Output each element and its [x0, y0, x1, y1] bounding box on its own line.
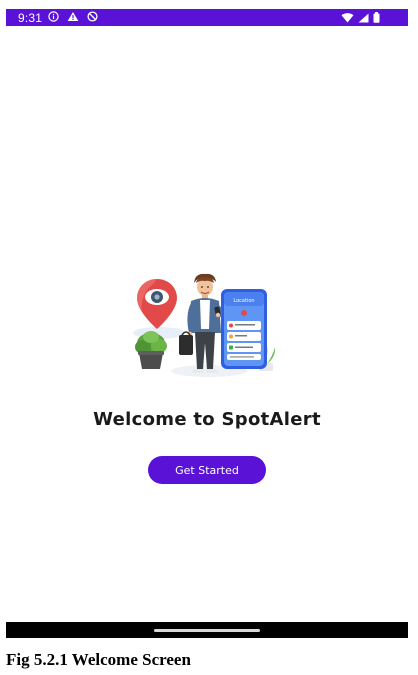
- phone-icon: Location: [221, 289, 267, 369]
- get-started-button[interactable]: Get Started: [148, 456, 266, 484]
- info-icon: [48, 10, 59, 25]
- home-gesture-handle[interactable]: [154, 629, 260, 632]
- battery-icon: [373, 12, 380, 26]
- navigation-bar: [6, 622, 408, 638]
- status-right-icons: [341, 12, 380, 26]
- status-time: 9:31: [18, 10, 43, 25]
- cellular-signal-icon: [358, 12, 369, 26]
- person-icon: [179, 273, 223, 373]
- figure-caption: Fig 5.2.1 Welcome Screen: [6, 650, 191, 669]
- location-pin-icon: [137, 279, 177, 329]
- phone-screen: 9:31 Location Welcome to SpotAlert Get S…: [6, 9, 408, 638]
- warning-icon: [67, 11, 79, 25]
- welcome-title: Welcome to SpotAlert: [93, 409, 321, 430]
- page: 9:31 Location Welcome to SpotAlert Get S…: [0, 0, 418, 675]
- wifi-icon: [341, 12, 354, 26]
- status-left-icons: [48, 10, 98, 25]
- do-not-disturb-icon: [87, 10, 98, 25]
- svg-text:Location: Location: [233, 298, 254, 304]
- welcome-illustration: Location: [129, 271, 285, 381]
- status-bar: 9:31: [6, 9, 408, 26]
